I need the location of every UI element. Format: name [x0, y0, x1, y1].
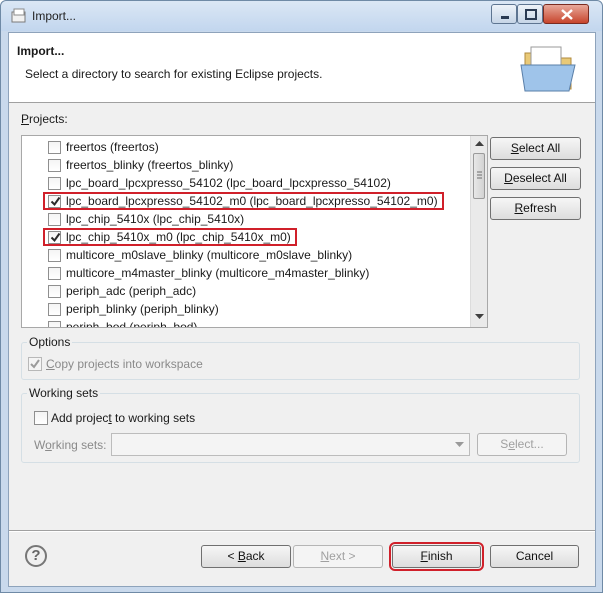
finish-button[interactable]: Finish [389, 542, 484, 571]
dialog-banner: Import... Select a directory to search f… [9, 33, 595, 103]
projects-list-scrollbar[interactable] [470, 136, 487, 327]
project-label: multicore_m4master_blinky (multicore_m4m… [66, 266, 370, 280]
working-sets-group-title: Working sets [27, 386, 101, 400]
project-label: multicore_m0slave_blinky (multicore_m0sl… [66, 248, 353, 262]
project-list-item[interactable]: lpc_board_lpcxpresso_54102 (lpc_board_lp… [22, 174, 471, 192]
project-checkbox[interactable] [48, 213, 61, 226]
title-bar[interactable]: Import... [1, 1, 602, 31]
project-checkbox[interactable] [48, 267, 61, 280]
project-checkbox[interactable] [48, 141, 61, 154]
help-icon[interactable]: ? [25, 545, 47, 567]
project-list-item[interactable]: lpc_chip_5410x (lpc_chip_5410x) [22, 210, 471, 228]
next-button[interactable]: Next > [293, 545, 383, 568]
banner-description: Select a directory to search for existin… [25, 67, 323, 81]
deselect-all-button[interactable]: Deselect All [490, 167, 581, 190]
select-working-sets-button[interactable]: Select... [477, 433, 567, 456]
project-label: periph_adc (periph_adc) [66, 284, 197, 298]
chevron-down-icon [455, 442, 464, 447]
window-title: Import... [32, 9, 77, 23]
cancel-button[interactable]: Cancel [490, 545, 579, 568]
grip-icon [477, 171, 482, 179]
scroll-up-arrow-icon[interactable] [475, 141, 484, 147]
maximize-button[interactable] [517, 4, 543, 24]
eclipse-app-icon [11, 8, 26, 23]
checkmark-icon [30, 359, 40, 369]
footer-separator [9, 530, 595, 532]
open-folder-icon [520, 46, 576, 92]
project-list-item[interactable]: freertos (freertos) [22, 138, 471, 156]
project-label: periph_blinky (periph_blinky) [66, 302, 219, 316]
back-button[interactable]: < Back [201, 545, 291, 568]
project-label: lpc_board_lpcxpresso_54102 (lpc_board_lp… [66, 176, 391, 190]
project-list-item[interactable]: periph_bod (periph_bod) [22, 318, 471, 328]
dialog-client-area: Import... Select a directory to search f… [8, 32, 596, 587]
close-button[interactable] [543, 4, 589, 24]
select-all-button[interactable]: Select All [490, 137, 581, 160]
highlight-box [43, 192, 444, 210]
working-sets-field-label: Working sets: [34, 438, 107, 452]
refresh-button[interactable]: Refresh [490, 197, 581, 220]
projects-label: Projects: [21, 112, 68, 126]
project-list-item[interactable]: multicore_m0slave_blinky (multicore_m0sl… [22, 246, 471, 264]
project-label: periph_bod (periph_bod) [66, 320, 198, 328]
project-list-item[interactable]: periph_adc (periph_adc) [22, 282, 471, 300]
highlight-box [43, 228, 297, 246]
options-group-title: Options [27, 335, 73, 349]
add-to-working-sets-checkbox[interactable] [34, 411, 48, 425]
project-checkbox[interactable] [48, 321, 61, 327]
project-label: freertos_blinky (freertos_blinky) [66, 158, 234, 172]
project-checkbox[interactable] [48, 303, 61, 316]
project-list-item[interactable]: multicore_m4master_blinky (multicore_m4m… [22, 264, 471, 282]
project-label: lpc_chip_5410x (lpc_chip_5410x) [66, 212, 245, 226]
scrollbar-thumb[interactable] [473, 153, 485, 199]
project-checkbox[interactable] [48, 159, 61, 172]
import-dialog-window: Import... Import... Select a directory t… [0, 0, 603, 593]
project-checkbox[interactable] [48, 249, 61, 262]
maximize-icon [525, 9, 537, 20]
close-icon [561, 9, 573, 20]
working-sets-combo[interactable] [111, 433, 470, 456]
project-checkbox[interactable] [48, 177, 61, 190]
project-list-item[interactable]: freertos_blinky (freertos_blinky) [22, 156, 471, 174]
scroll-down-arrow-icon[interactable] [475, 314, 484, 320]
copy-projects-checkbox[interactable] [28, 357, 42, 371]
projects-list[interactable]: freertos (freertos) freertos_blinky (free… [21, 135, 488, 328]
banner-heading: Import... [17, 44, 65, 58]
add-to-working-sets-label: Add project to working sets [51, 411, 196, 425]
project-label: freertos (freertos) [66, 140, 159, 154]
minimize-icon [501, 16, 509, 19]
project-list-item[interactable]: periph_blinky (periph_blinky) [22, 300, 471, 318]
minimize-button[interactable] [491, 4, 517, 24]
copy-projects-label: Copy projects into workspace [46, 357, 203, 371]
project-checkbox[interactable] [48, 285, 61, 298]
